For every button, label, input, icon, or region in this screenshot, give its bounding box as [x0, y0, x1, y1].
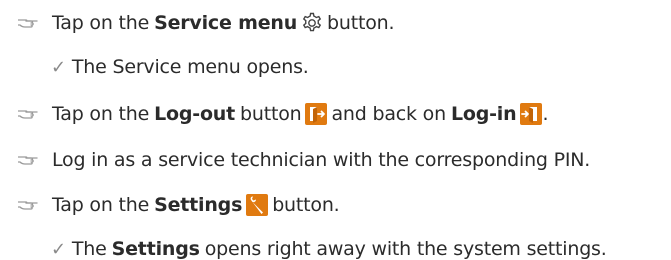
- result-text-end: opens right away with the system setting…: [204, 238, 607, 260]
- step-text-end: .: [542, 103, 549, 125]
- step-open-settings: Tap on the Settings button.: [17, 194, 340, 216]
- step-open-service-menu: Tap on the Service menu button.: [17, 12, 395, 34]
- result-text: The Service menu opens.: [71, 56, 309, 78]
- logout-icon: [305, 103, 328, 125]
- step-text-mid2: and back on: [331, 103, 446, 125]
- pointing-hand-icon: [18, 110, 38, 119]
- check-icon: ✓: [51, 238, 66, 260]
- step-text: Tap on the: [52, 194, 150, 216]
- settings-label: Settings: [154, 194, 243, 216]
- pointing-hand-icon: [18, 201, 38, 210]
- settings-label: Settings: [111, 238, 200, 260]
- instruction-steps: Tap on the Service menu button. ✓ The Se…: [0, 0, 671, 260]
- step-text: Tap on the: [52, 12, 150, 34]
- check-icon: ✓: [51, 56, 66, 78]
- result-service-menu-opens: ✓ The Service menu opens.: [51, 56, 309, 78]
- step-text-end: button.: [327, 12, 395, 34]
- log-in-label: Log-in: [450, 103, 517, 125]
- step-text: Log in as a service technician with the …: [52, 149, 591, 171]
- result-settings-opens: ✓ The Settings opens right away with the…: [51, 238, 607, 260]
- step-login-technician: Log in as a service technician with the …: [17, 149, 590, 171]
- service-menu-label: Service menu: [154, 12, 298, 34]
- pointing-hand-icon: [18, 19, 38, 28]
- wrench-icon: [246, 194, 269, 216]
- step-text-mid: button: [240, 103, 302, 125]
- gear-icon: [302, 12, 322, 32]
- pointing-hand-icon: [18, 156, 38, 165]
- log-out-label: Log-out: [154, 103, 236, 125]
- step-text: Tap on the: [52, 103, 150, 125]
- step-logout-login: Tap on the Log-out button and back on Lo…: [17, 103, 548, 125]
- result-text: The: [71, 238, 107, 260]
- step-text-end: button.: [272, 194, 340, 216]
- login-icon: [520, 103, 543, 125]
